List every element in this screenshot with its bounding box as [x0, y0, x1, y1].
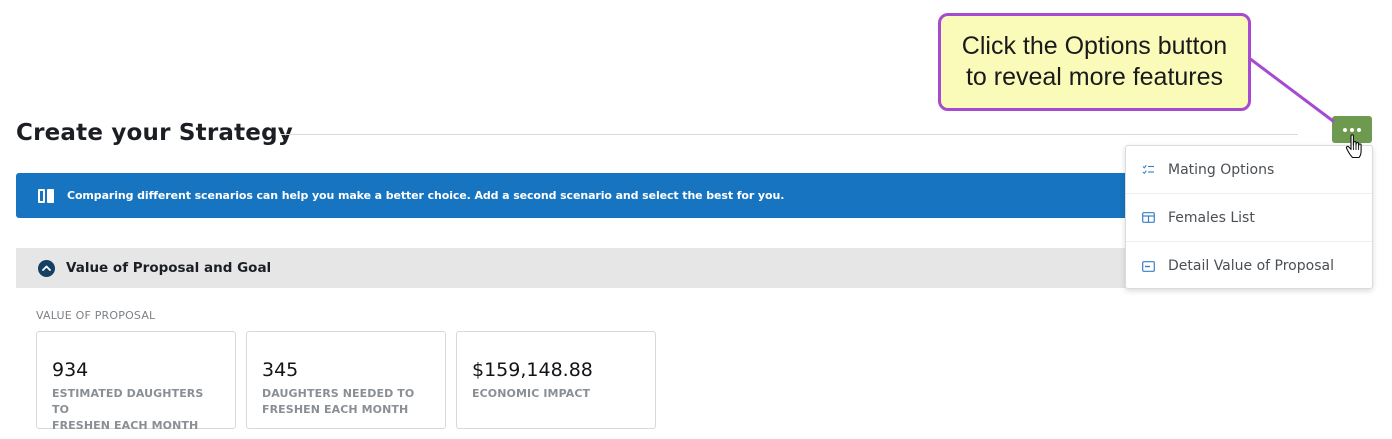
options-menu: Mating Options Females List Detail Value…: [1125, 145, 1373, 289]
callout-line-1: Click the Options button: [961, 32, 1228, 60]
tutorial-callout: Click the Options button to reveal more …: [938, 13, 1251, 111]
compare-columns-icon: [38, 188, 55, 203]
menu-item-label: Mating Options: [1168, 161, 1275, 178]
metric-label-line1: ECONOMIC IMPACT: [472, 387, 591, 400]
metric-value: 345: [262, 359, 299, 381]
menu-item-mating-options[interactable]: Mating Options: [1126, 146, 1372, 194]
checklist-icon: [1141, 163, 1155, 177]
section-header-value-of-proposal[interactable]: Value of Proposal and Goal: [16, 248, 1146, 288]
page-title: Create your Strategy: [16, 120, 293, 146]
menu-item-label: Females List: [1168, 209, 1255, 226]
hand-cursor-icon: [1345, 134, 1362, 159]
metric-card-estimated-daughters: 934 ESTIMATED DAUGHTERS TO FRESHEN EACH …: [36, 331, 236, 432]
metric-label-line1: ESTIMATED DAUGHTERS TO: [52, 387, 204, 416]
banner-text: Comparing different scenarios can help y…: [67, 189, 785, 202]
card-icon: [1141, 259, 1155, 273]
metric-label-line2: FRESHEN EACH MONTH: [262, 403, 409, 416]
callout-line-2: to reveal more features: [965, 63, 1224, 91]
menu-item-label: Detail Value of Proposal: [1168, 258, 1334, 274]
info-banner: Comparing different scenarios can help y…: [16, 173, 1146, 218]
metric-label-line1: DAUGHTERS NEEDED TO: [262, 387, 415, 400]
chevron-up-icon[interactable]: [38, 259, 55, 277]
table-icon: [1141, 211, 1155, 225]
title-divider: [281, 134, 1298, 135]
section-title: Value of Proposal and Goal: [66, 260, 272, 276]
metric-card-economic-impact: $159,148.88 ECONOMIC IMPACT: [456, 331, 656, 429]
metric-value: 934: [52, 359, 89, 381]
menu-item-females-list[interactable]: Females List: [1126, 194, 1372, 242]
metric-value: $159,148.88: [472, 359, 593, 381]
menu-item-detail-value[interactable]: Detail Value of Proposal: [1126, 242, 1372, 290]
more-horizontal-icon: [1343, 127, 1347, 132]
metric-card-daughters-needed: 345 DAUGHTERS NEEDED TO FRESHEN EACH MON…: [246, 331, 446, 429]
value-of-proposal-label: VALUE OF PROPOSAL: [36, 309, 156, 322]
metric-label-line2: FRESHEN EACH MONTH: [52, 419, 199, 432]
